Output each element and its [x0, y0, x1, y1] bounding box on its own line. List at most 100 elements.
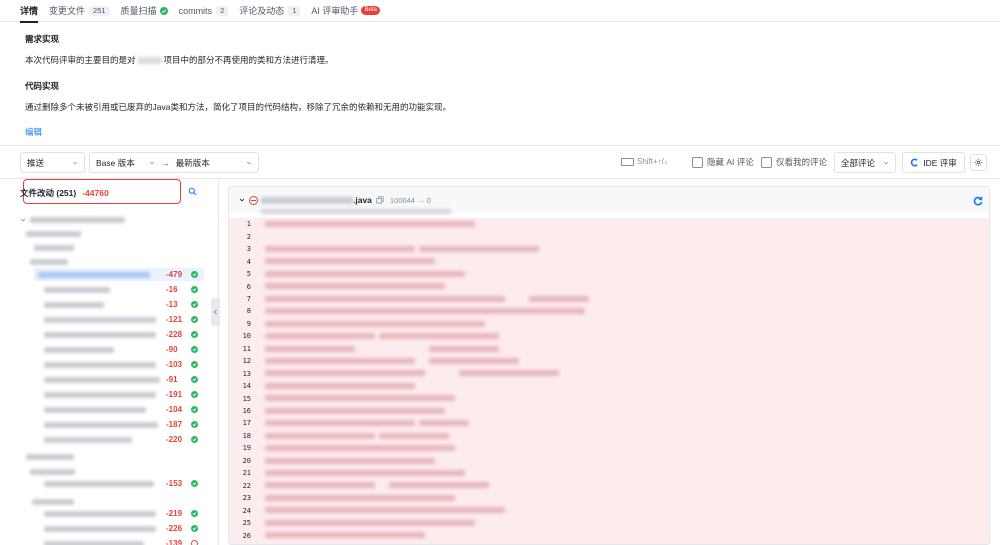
- checkbox-box[interactable]: [692, 156, 703, 168]
- deleted-code-line[interactable]: 5: [229, 268, 989, 281]
- ide-review-button[interactable]: IDE 评审: [902, 152, 965, 173]
- tree-folder-row[interactable]: [26, 451, 74, 462]
- file-tree-row[interactable]: -228: [44, 329, 200, 340]
- only-my-comments-checkbox[interactable]: 仅看我的评论: [761, 156, 827, 168]
- edit-link[interactable]: 编辑: [25, 126, 42, 138]
- tab-commits[interactable]: commits 2: [179, 0, 229, 22]
- chevron-down-icon: [883, 161, 889, 164]
- tab-details[interactable]: 详情: [20, 0, 39, 23]
- file-tree-row[interactable]: -90: [44, 344, 200, 355]
- status-reviewed-icon: [191, 346, 198, 353]
- status-reviewed-icon: [191, 510, 198, 517]
- file-tree-row[interactable]: -121: [44, 314, 200, 325]
- tab-changed-files[interactable]: 变更文件 251: [49, 0, 110, 22]
- file-tree-row[interactable]: -220: [44, 434, 200, 445]
- chevron-down-icon: [72, 161, 78, 164]
- tree-folder-row[interactable]: [26, 228, 81, 239]
- file-tree-row[interactable]: -139: [44, 538, 200, 545]
- file-tree-row[interactable]: -187: [44, 419, 200, 430]
- deleted-code-line[interactable]: 23: [229, 492, 989, 505]
- deleted-code-line[interactable]: 2: [229, 230, 989, 243]
- code-text: 通过删除多个未被引用或已废弃的Java类和方法，简化了项目的代码结构，移除了冗余…: [25, 102, 451, 112]
- deleted-code-line[interactable]: 15: [229, 392, 989, 405]
- refresh-icon[interactable]: [973, 196, 983, 206]
- deleted-code-line[interactable]: 4: [229, 255, 989, 268]
- status-reviewed-icon: [191, 286, 198, 293]
- redacted-folder-name: [32, 498, 74, 505]
- file-tree-row[interactable]: -91: [44, 374, 200, 385]
- file-tree-row[interactable]: -104: [44, 404, 200, 415]
- redacted-code-text: [265, 494, 455, 501]
- tab-ai-review[interactable]: AI 评审助手 Beta: [311, 0, 380, 22]
- push-select[interactable]: 推送: [20, 152, 85, 173]
- base-version-select[interactable]: Base 版本 → 最新版本: [96, 157, 210, 169]
- deleted-code-line[interactable]: 8: [229, 305, 989, 318]
- deleted-code-line[interactable]: 9: [229, 318, 989, 331]
- deleted-code-line[interactable]: 16: [229, 405, 989, 418]
- file-tree-row[interactable]: -153: [44, 478, 200, 489]
- file-deletion-count: -187: [166, 420, 183, 429]
- status-reviewed-icon: [191, 361, 198, 368]
- deleted-code-line[interactable]: 14: [229, 380, 989, 393]
- tree-folder-row[interactable]: [34, 242, 74, 253]
- copy-icon[interactable]: [376, 196, 384, 204]
- line-number: 16: [242, 407, 251, 415]
- file-tree-row[interactable]: -226: [44, 523, 200, 534]
- tab-bar: 详情 变更文件 251 质量扫描 commits 2 评论及动态 1 AI 评审助手 B…: [0, 0, 1000, 23]
- redacted-code-text: [265, 221, 475, 227]
- deleted-code-line[interactable]: 21: [229, 467, 989, 480]
- line-number: 20: [242, 456, 251, 465]
- tab-label: 评论及动态: [239, 6, 285, 16]
- deleted-code-line[interactable]: 3: [229, 243, 989, 256]
- file-tree-row[interactable]: -479: [34, 268, 204, 281]
- redacted-code-text: [265, 283, 445, 290]
- deleted-code-line[interactable]: 19: [229, 442, 989, 455]
- file-tree-row[interactable]: -191: [44, 389, 200, 400]
- tab-quality-scan[interactable]: 质量扫描: [121, 0, 168, 22]
- redacted-file-name: [44, 301, 104, 308]
- deleted-code-line[interactable]: 1: [229, 218, 989, 231]
- deleted-code-line[interactable]: 11: [229, 343, 989, 356]
- redacted-code-text: [265, 395, 455, 402]
- chevron-down-icon: [149, 161, 154, 164]
- file-tree-row[interactable]: -16: [44, 284, 200, 295]
- deleted-code-line[interactable]: 25: [229, 517, 989, 530]
- deleted-code-line[interactable]: 10: [229, 330, 989, 343]
- tab-comments[interactable]: 评论及动态 1: [239, 0, 301, 22]
- deleted-code-line[interactable]: 22: [229, 479, 989, 492]
- line-number: 8: [246, 307, 251, 316]
- status-reviewed-icon: [191, 391, 198, 398]
- hide-ai-comments-checkbox[interactable]: 隐藏 AI 评论: [692, 156, 754, 168]
- settings-gear-button[interactable]: [970, 154, 987, 171]
- status-reviewed-icon: [191, 271, 198, 278]
- file-deletion-count: -220: [166, 435, 183, 444]
- deleted-code-line[interactable]: 12: [229, 355, 989, 368]
- deleted-code-line[interactable]: 18: [229, 430, 989, 443]
- version-compare-select[interactable]: Base 版本 → 最新版本: [89, 152, 259, 173]
- deleted-code-line[interactable]: 17: [229, 417, 989, 430]
- deleted-code-line[interactable]: 26: [229, 529, 989, 542]
- diff-file-name: .java: [258, 195, 372, 205]
- file-tree-row[interactable]: -219: [44, 508, 200, 519]
- comment-filter-select[interactable]: 全部评论: [834, 152, 896, 173]
- tree-folder-row[interactable]: [20, 214, 125, 225]
- file-tree-row[interactable]: -103: [44, 359, 200, 370]
- checkbox-box[interactable]: [761, 156, 772, 168]
- deleted-code-line[interactable]: 13: [229, 367, 989, 380]
- redacted-code-text: [265, 457, 435, 464]
- redacted-code-text: [419, 420, 469, 427]
- chevron-down-icon[interactable]: [239, 197, 245, 203]
- deleted-code-line[interactable]: 6: [229, 280, 989, 293]
- deleted-code-line[interactable]: 7: [229, 293, 989, 306]
- target-version-select[interactable]: 最新版本: [176, 157, 210, 169]
- redacted-code-text: [265, 445, 455, 452]
- tree-folder-row[interactable]: [30, 256, 68, 267]
- search-icon[interactable]: [188, 187, 197, 196]
- redacted-file-name: [44, 540, 144, 545]
- file-tree-row[interactable]: -13: [44, 299, 200, 310]
- deleted-code-line[interactable]: 24: [229, 504, 989, 517]
- deleted-code-line[interactable]: 20: [229, 455, 989, 468]
- tree-folder-row[interactable]: [32, 496, 74, 507]
- tree-folder-row[interactable]: [30, 466, 75, 477]
- redacted-code-text: [419, 245, 539, 252]
